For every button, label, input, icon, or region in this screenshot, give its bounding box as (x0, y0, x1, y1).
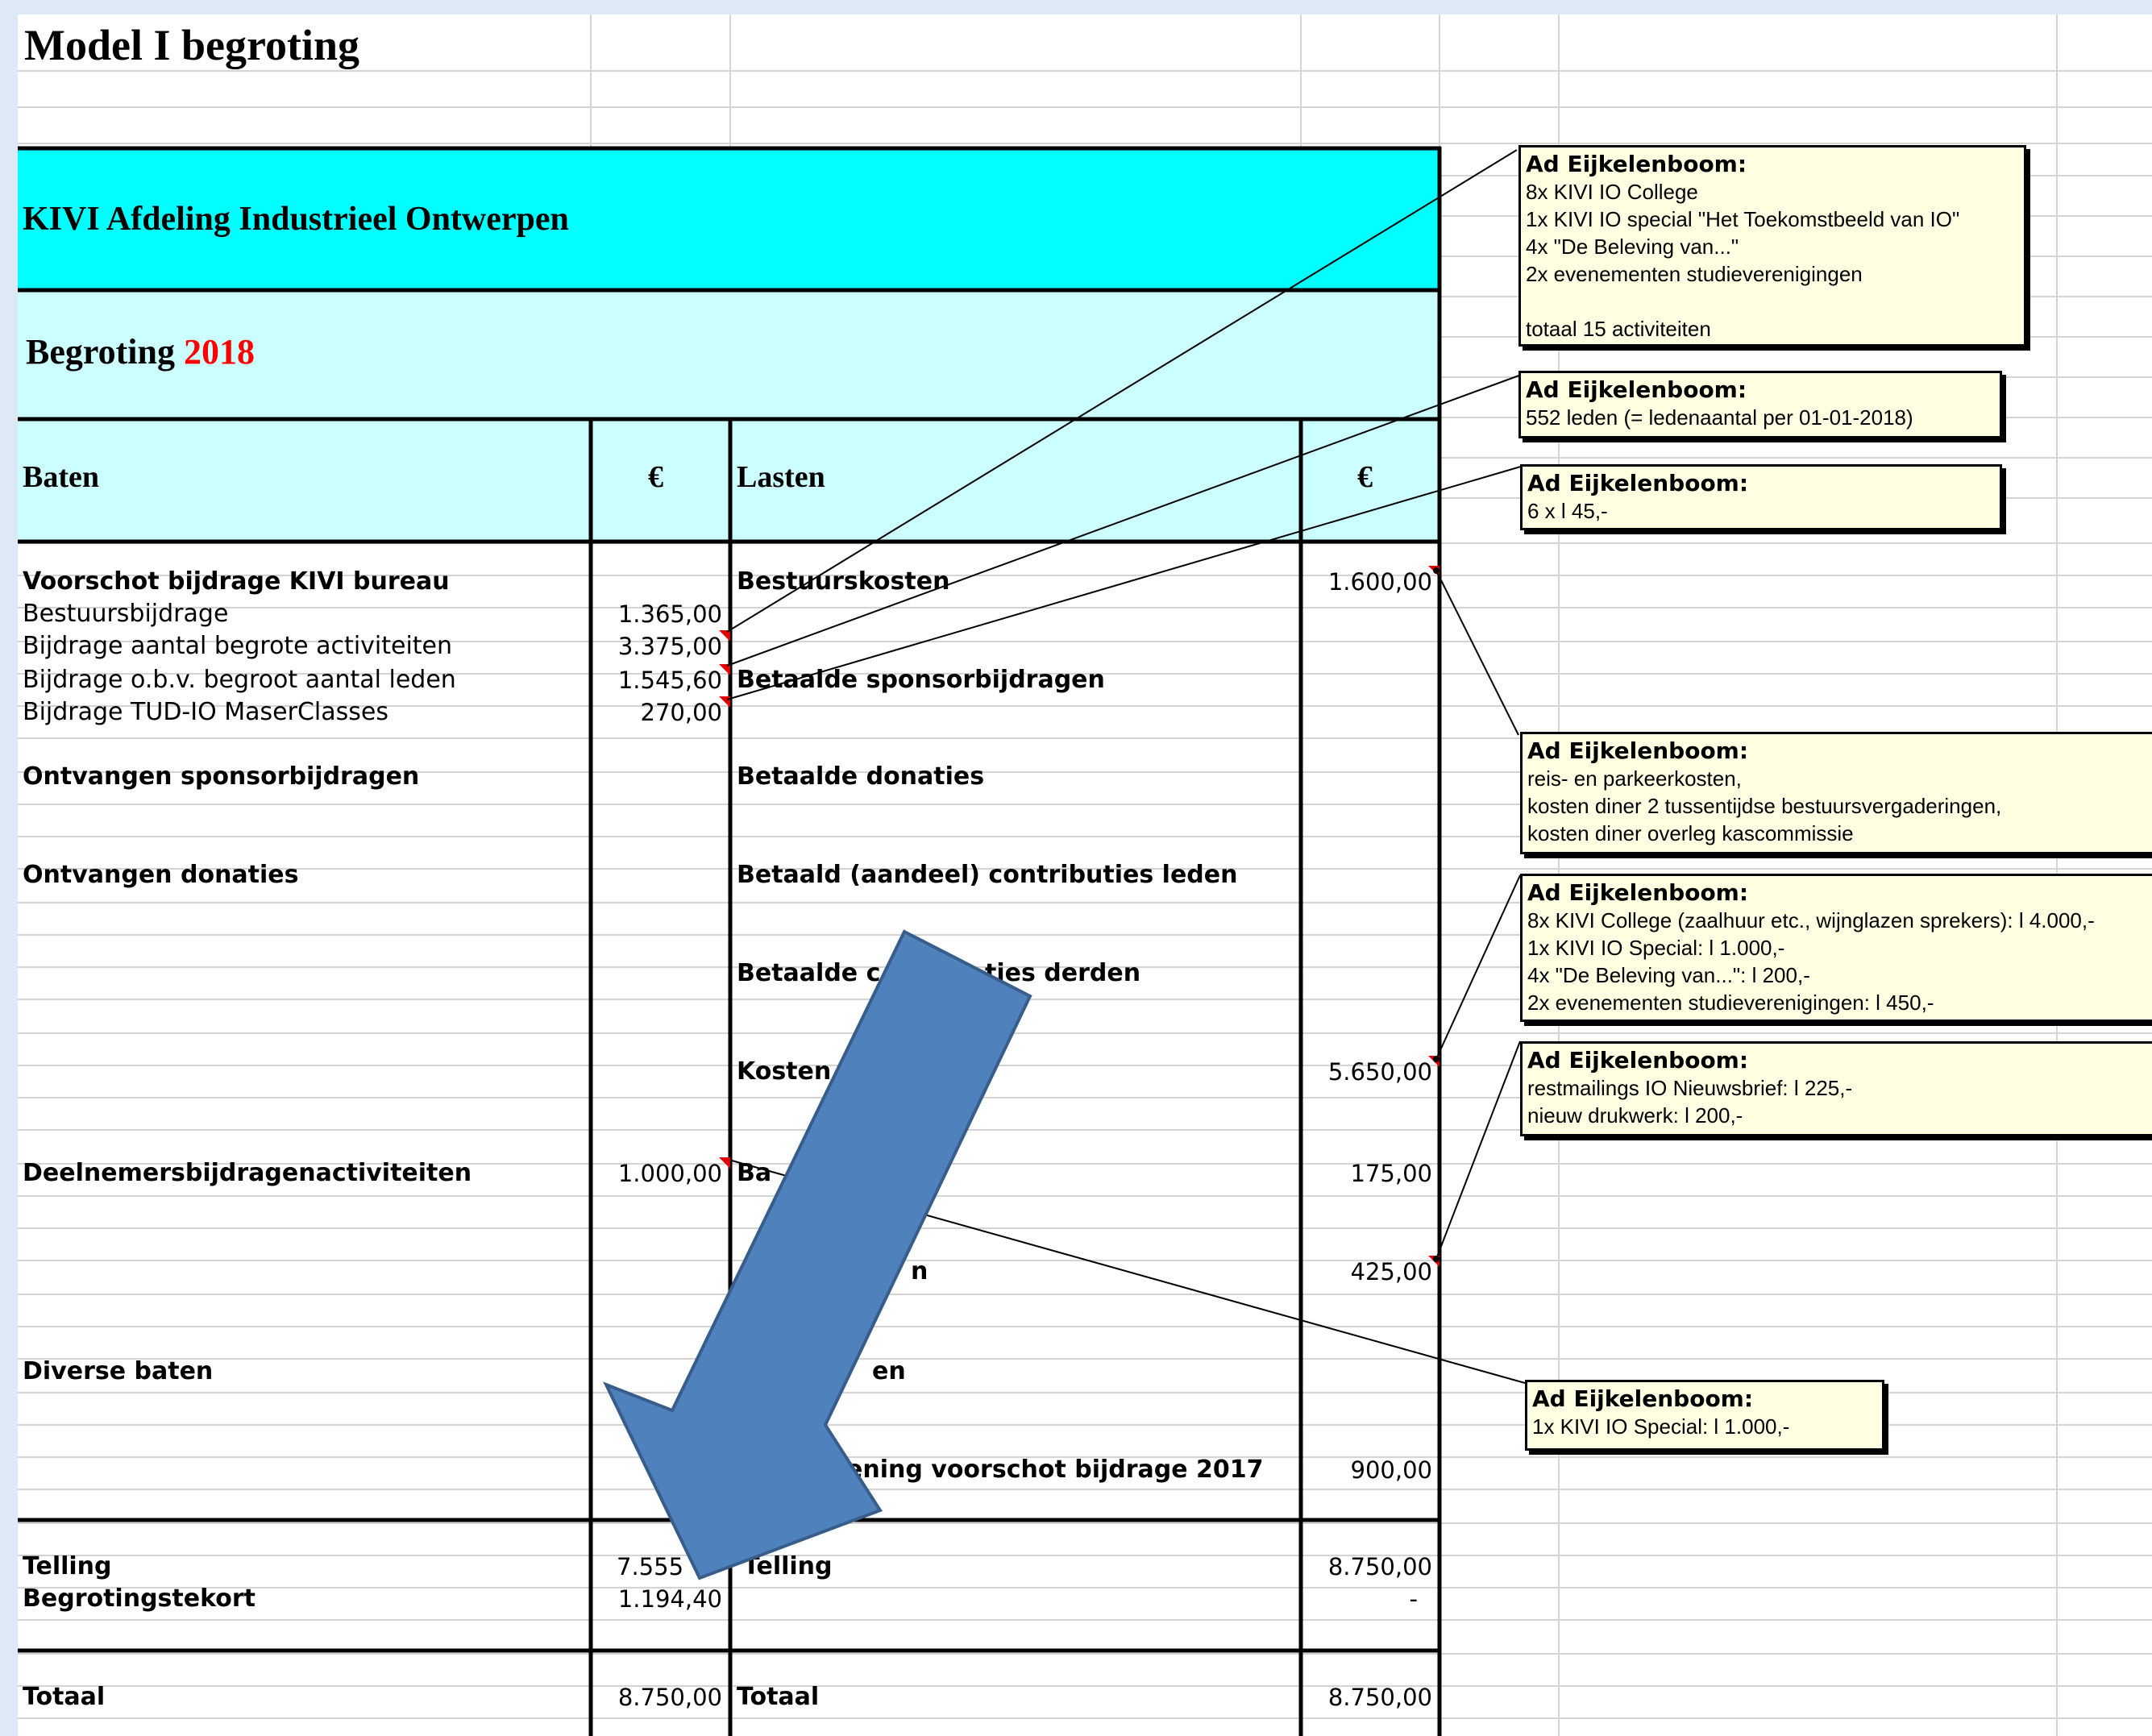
arrow-icon (602, 929, 1032, 1580)
spreadsheet[interactable]: Model I begroting KIVI Afdeling Industri… (18, 15, 2152, 1736)
annotation-arrow[interactable] (18, 15, 2152, 1736)
